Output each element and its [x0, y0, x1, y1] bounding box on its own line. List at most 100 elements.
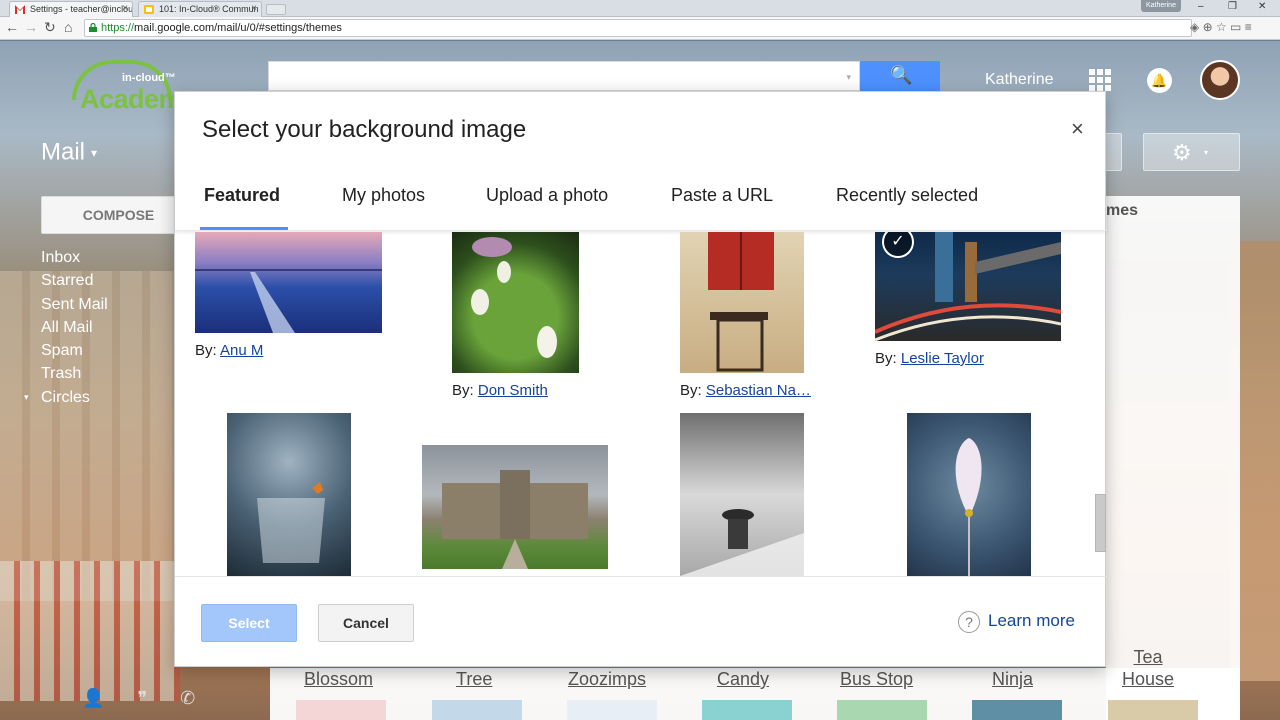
photo-red-shutters[interactable] — [680, 232, 804, 373]
select-button[interactable]: Select — [201, 604, 297, 642]
photo-credit: By: Sebastian Na… — [680, 382, 811, 399]
theme-thumbnail[interactable] — [702, 700, 792, 720]
theme-thumbnail[interactable] — [972, 700, 1062, 720]
tab-paste-url[interactable]: Paste a URL — [671, 185, 773, 206]
nav-item-all-mail[interactable]: All Mail — [41, 319, 108, 342]
extension-icons[interactable]: ◈ ⊕ ☆ ▭ ≡ — [1190, 20, 1252, 34]
avatar[interactable] — [1200, 60, 1240, 100]
theme-link-tree[interactable]: Tree — [456, 668, 492, 690]
browser-tab-title: Settings - teacher@inclou — [30, 4, 133, 14]
home-icon[interactable]: ⌂ — [64, 19, 72, 35]
window-close-icon[interactable]: ✕ — [1258, 1, 1266, 12]
photo-pier[interactable] — [195, 232, 382, 333]
expand-arrow-icon[interactable]: ▾ — [24, 392, 29, 403]
theme-link-blossom[interactable]: Blossom — [304, 668, 373, 690]
author-link[interactable]: Sebastian Na… — [706, 382, 811, 399]
active-tab-indicator — [200, 227, 288, 230]
pier-image — [195, 269, 382, 333]
chevron-down-icon: ▾ — [91, 145, 98, 160]
credit-prefix: By: — [452, 382, 474, 399]
chevron-down-icon: ▾ — [1204, 148, 1209, 157]
tab-featured[interactable]: Featured — [204, 185, 280, 206]
photo-fisherman[interactable] — [680, 413, 804, 576]
close-icon[interactable]: × — [122, 3, 128, 14]
photo-calla-lilies[interactable] — [452, 232, 579, 373]
fisherman-image — [680, 509, 804, 576]
mail-switcher[interactable]: Mail ▾ — [41, 138, 97, 167]
theme-thumbnail[interactable] — [296, 700, 386, 720]
theme-link-ninja[interactable]: Ninja — [992, 668, 1033, 690]
person-icon[interactable]: 👤 — [82, 688, 104, 708]
settings-button[interactable]: ⚙ ▾ — [1143, 133, 1240, 171]
credit-prefix: By: — [875, 350, 897, 367]
compose-button[interactable]: COMPOSE — [41, 196, 196, 234]
theme-link-tea-house[interactable]: Tea House — [1118, 646, 1178, 690]
cancel-button[interactable]: Cancel — [318, 604, 414, 642]
shutters-image — [708, 232, 774, 372]
browser-tab-course[interactable]: 101: In-Cloud® Commun × — [138, 1, 262, 17]
nav-item-circles[interactable]: Circles — [41, 389, 108, 412]
minimize-icon[interactable]: – — [1198, 1, 1204, 12]
theme-link-bus-stop[interactable]: Bus Stop — [840, 668, 913, 690]
restore-icon[interactable]: ❐ — [1228, 1, 1237, 12]
dialog-tabs: Featured My photos Upload a photo Paste … — [175, 170, 1107, 231]
forward-arrow-icon[interactable]: → — [24, 19, 38, 35]
reload-icon[interactable]: ↻ — [44, 19, 56, 36]
nav-item-inbox[interactable]: Inbox — [41, 249, 108, 272]
hangouts-bar: 👤 ❞ ✆ — [82, 688, 223, 709]
quote-icon[interactable]: ❞ — [137, 688, 147, 708]
author-link[interactable]: Don Smith — [478, 382, 548, 399]
nav-item-starred[interactable]: Starred — [41, 272, 108, 295]
photo-glass-butterfly[interactable] — [227, 413, 351, 576]
tab-upload-photo[interactable]: Upload a photo — [486, 185, 608, 206]
credit-prefix: By: — [195, 342, 217, 359]
theme-thumbnail[interactable] — [432, 700, 522, 720]
theme-link-candy[interactable]: Candy — [717, 668, 769, 690]
theme-thumbnail[interactable] — [1108, 700, 1198, 720]
author-link[interactable]: Anu M — [220, 342, 263, 359]
gear-icon: ⚙ — [1172, 140, 1192, 165]
learn-more-link[interactable]: Learn more — [988, 611, 1075, 631]
author-link[interactable]: Leslie Taylor — [901, 350, 984, 367]
glass-image — [257, 482, 325, 563]
theme-thumbnail[interactable] — [567, 700, 657, 720]
tab-recently-selected[interactable]: Recently selected — [836, 185, 978, 206]
close-icon[interactable]: × — [1071, 118, 1084, 140]
account-name[interactable]: Katherine — [985, 71, 1054, 89]
theme-thumbnail[interactable] — [837, 700, 927, 720]
search-icon: 🔍 — [890, 65, 913, 85]
credit-prefix: By: — [680, 382, 702, 399]
help-icon[interactable]: ? — [958, 611, 980, 633]
dialog-scrollbar[interactable] — [1095, 494, 1106, 552]
address-toolbar: ← → ↻ ⌂ https://mail.google.com/mail/u/0… — [0, 17, 1280, 40]
photo-manor-house[interactable] — [422, 445, 608, 569]
search-button[interactable]: 🔍 — [860, 61, 940, 91]
document-icon — [144, 5, 154, 14]
nav-item-trash[interactable]: Trash — [41, 365, 108, 388]
incloud-academy-logo[interactable]: in-cloud™ Academy — [72, 60, 197, 120]
logo-small-text: in-cloud™ — [122, 72, 176, 84]
phone-icon[interactable]: ✆ — [180, 688, 195, 708]
new-tab-button[interactable] — [266, 4, 286, 15]
tab-my-photos[interactable]: My photos — [342, 185, 425, 206]
nav-item-sent-mail[interactable]: Sent Mail — [41, 296, 108, 319]
photo-white-flower[interactable] — [907, 413, 1031, 576]
browser-tab-settings[interactable]: Settings - teacher@inclou × — [9, 1, 133, 17]
close-icon[interactable]: × — [251, 3, 257, 14]
profile-badge[interactable]: Katherine — [1141, 0, 1181, 12]
chevron-down-icon[interactable]: ▾ — [846, 72, 851, 83]
dialog-footer: Select Cancel ? Learn more — [175, 576, 1107, 668]
notifications-bell-icon[interactable]: 🔔 — [1147, 68, 1172, 93]
theme-link-zoozimps[interactable]: Zoozimps — [568, 668, 646, 690]
url-field[interactable]: https://mail.google.com/mail/u/0/#settin… — [84, 19, 1192, 37]
mail-search-input[interactable]: ▾ — [268, 61, 860, 91]
back-arrow-icon[interactable]: ← — [5, 19, 19, 35]
apps-grid-icon[interactable] — [1089, 69, 1111, 91]
nav-item-spam[interactable]: Spam — [41, 342, 108, 365]
photo-credit: By: Leslie Taylor — [875, 350, 984, 367]
background-awning — [0, 561, 180, 701]
lock-icon — [89, 23, 97, 32]
photo-grid: By: Anu M By: Don Smith By: Sebastian Na… — [175, 232, 1107, 576]
lily-image — [471, 237, 557, 358]
browser-tab-title: 101: In-Cloud® Commun — [159, 4, 259, 14]
